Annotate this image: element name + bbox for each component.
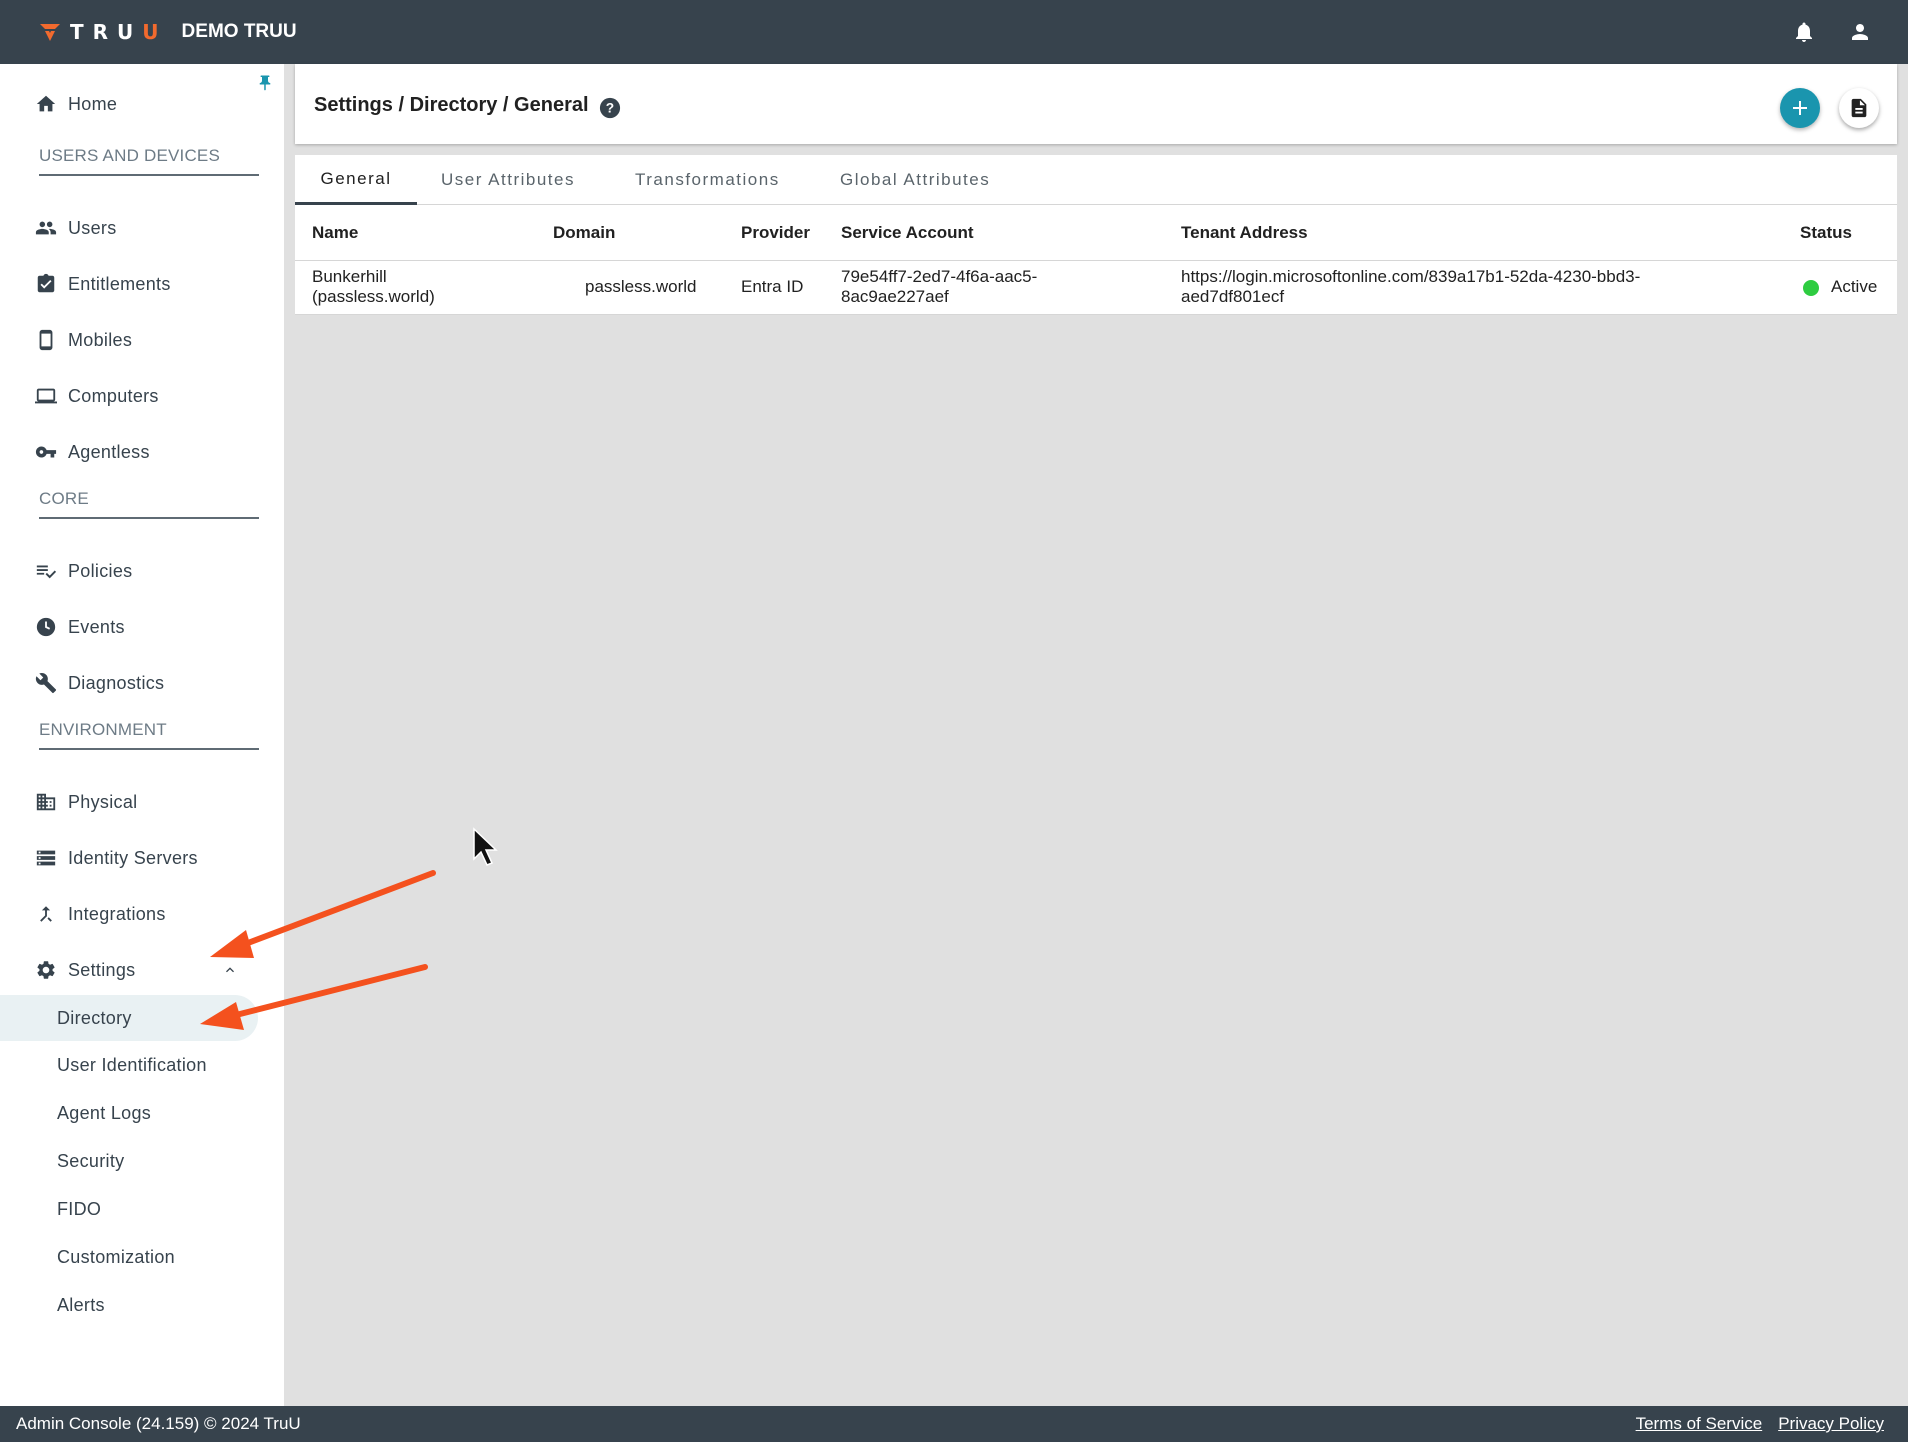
tenant-name: DEMO TRUU (181, 21, 297, 42)
document-button[interactable] (1839, 88, 1879, 128)
sidebar-item-identity-servers[interactable]: Identity Servers (0, 834, 284, 882)
sidebar-item-label: Mobiles (68, 329, 133, 350)
sidebar-item-integrations[interactable]: Integrations (0, 890, 284, 938)
top-app-bar: TRUU DEMO TRUU (0, 0, 1908, 64)
sidebar-subitem-agent-logs[interactable]: Agent Logs (0, 1090, 284, 1136)
privacy-policy-link[interactable]: Privacy Policy (1778, 1414, 1884, 1434)
sidebar-item-label: Users (68, 217, 117, 238)
directory-panel: General User Attributes Transformations … (295, 155, 1897, 315)
footer: Admin Console (24.159) © 2024 TruU Terms… (0, 1406, 1908, 1442)
section-core: CORE (39, 489, 259, 519)
sidebar: Home USERS AND DEVICES Users Entitlement… (0, 64, 284, 1406)
sidebar-item-users[interactable]: Users (0, 204, 284, 252)
section-environment: ENVIRONMENT (39, 720, 259, 750)
key-icon (34, 440, 58, 464)
table-row[interactable]: Bunkerhill (passless.world) passless.wor… (295, 260, 1897, 315)
cell-provider: Entra ID (741, 277, 804, 296)
users-icon (34, 216, 58, 240)
sidebar-subitem-label: Customization (57, 1246, 175, 1267)
sidebar-item-physical[interactable]: Physical (0, 778, 284, 826)
chevron-up-icon[interactable] (222, 962, 238, 978)
sidebar-subitem-label: Agent Logs (57, 1102, 152, 1123)
sidebar-subitem-label: User Identification (57, 1054, 207, 1075)
status-label: Active (1831, 277, 1878, 296)
storage-icon (34, 846, 58, 870)
sidebar-subitem-customization[interactable]: Customization (0, 1234, 284, 1280)
column-header-domain[interactable]: Domain (553, 205, 615, 260)
column-header-name[interactable]: Name (312, 205, 358, 260)
column-header-provider[interactable]: Provider (741, 205, 810, 260)
sidebar-item-label: Identity Servers (68, 847, 198, 868)
cell-status: Active (1803, 277, 1877, 297)
tab-global-attributes[interactable]: Global Attributes (840, 155, 990, 205)
sidebar-item-label: Events (68, 616, 125, 637)
truu-logo-icon (40, 24, 60, 41)
status-active-dot (1803, 279, 1819, 296)
cell-tenant-address: https://login.microsoftonline.com/839a17… (1181, 267, 1641, 306)
clock-icon (34, 615, 58, 639)
sidebar-item-label: Agentless (68, 441, 150, 462)
phone-icon (34, 328, 58, 352)
sidebar-subitem-label: Alerts (57, 1294, 105, 1315)
mouse-cursor-icon (473, 827, 498, 866)
cell-name: Bunkerhill (passless.world) (312, 267, 435, 306)
sidebar-item-settings[interactable]: Settings (0, 946, 284, 994)
merge-icon (34, 902, 58, 926)
breadcrumb: Settings / Directory / General (314, 94, 589, 116)
wrench-icon (34, 671, 58, 695)
tab-general[interactable]: General (295, 155, 417, 205)
svg-text:?: ? (606, 101, 614, 116)
sidebar-item-label: Computers (68, 385, 159, 406)
sidebar-item-events[interactable]: Events (0, 603, 284, 651)
plus-icon (1793, 101, 1807, 115)
brand-wordmark: TRUU (70, 20, 168, 44)
sidebar-item-label: Entitlements (68, 273, 171, 294)
sidebar-item-label: Integrations (68, 903, 166, 924)
footer-copyright: Admin Console (24.159) © 2024 TruU (16, 1414, 301, 1433)
home-icon (34, 92, 58, 116)
sidebar-subitem-label: FIDO (57, 1198, 102, 1219)
sidebar-item-label: Home (68, 93, 118, 114)
cell-domain: passless.world (585, 277, 697, 296)
brand[interactable]: TRUU DEMO TRUU (38, 20, 297, 44)
cell-service-account: 79e54ff7-2ed7-4f6a-aac5- 8ac9ae227aef (841, 267, 1038, 306)
sidebar-item-diagnostics[interactable]: Diagnostics (0, 659, 284, 707)
sidebar-subitem-directory[interactable]: Directory (0, 995, 258, 1041)
playlist-check-icon (34, 559, 58, 583)
sidebar-item-label: Policies (68, 560, 133, 581)
sidebar-subitem-security[interactable]: Security (0, 1138, 284, 1184)
sidebar-item-policies[interactable]: Policies (0, 547, 284, 595)
sidebar-item-home[interactable]: Home (0, 80, 284, 128)
sidebar-subitem-fido[interactable]: FIDO (0, 1186, 284, 1232)
bell-icon[interactable] (1792, 20, 1816, 44)
sidebar-subitem-label: Security (57, 1150, 125, 1171)
column-header-service-account[interactable]: Service Account (841, 205, 974, 260)
help-icon[interactable]: ? (599, 97, 621, 119)
tab-bar: General User Attributes Transformations … (295, 155, 1897, 205)
column-header-status[interactable]: Status (1800, 205, 1852, 260)
sidebar-item-label: Settings (68, 959, 136, 980)
sidebar-subitem-label: Directory (57, 1007, 132, 1028)
tab-user-attributes[interactable]: User Attributes (441, 155, 575, 205)
gear-icon (34, 958, 58, 982)
laptop-icon (34, 384, 58, 408)
document-icon (1851, 98, 1867, 118)
tab-transformations[interactable]: Transformations (635, 155, 780, 205)
assignment-check-icon (34, 272, 58, 296)
terms-of-service-link[interactable]: Terms of Service (1636, 1414, 1763, 1434)
sidebar-item-mobiles[interactable]: Mobiles (0, 316, 284, 364)
sidebar-subitem-user-identification[interactable]: User Identification (0, 1042, 284, 1088)
page-header: Settings / Directory / General ? (295, 64, 1897, 144)
account-icon[interactable] (1848, 20, 1872, 44)
sidebar-item-label: Physical (68, 791, 138, 812)
sidebar-subitem-alerts[interactable]: Alerts (0, 1282, 284, 1328)
sidebar-item-entitlements[interactable]: Entitlements (0, 260, 284, 308)
sidebar-item-computers[interactable]: Computers (0, 372, 284, 420)
sidebar-item-agentless[interactable]: Agentless (0, 428, 284, 476)
building-icon (34, 790, 58, 814)
column-header-tenant-address[interactable]: Tenant Address (1181, 205, 1308, 260)
add-button[interactable] (1780, 88, 1820, 128)
sidebar-item-label: Diagnostics (68, 672, 165, 693)
section-users-and-devices: USERS AND DEVICES (39, 146, 259, 176)
